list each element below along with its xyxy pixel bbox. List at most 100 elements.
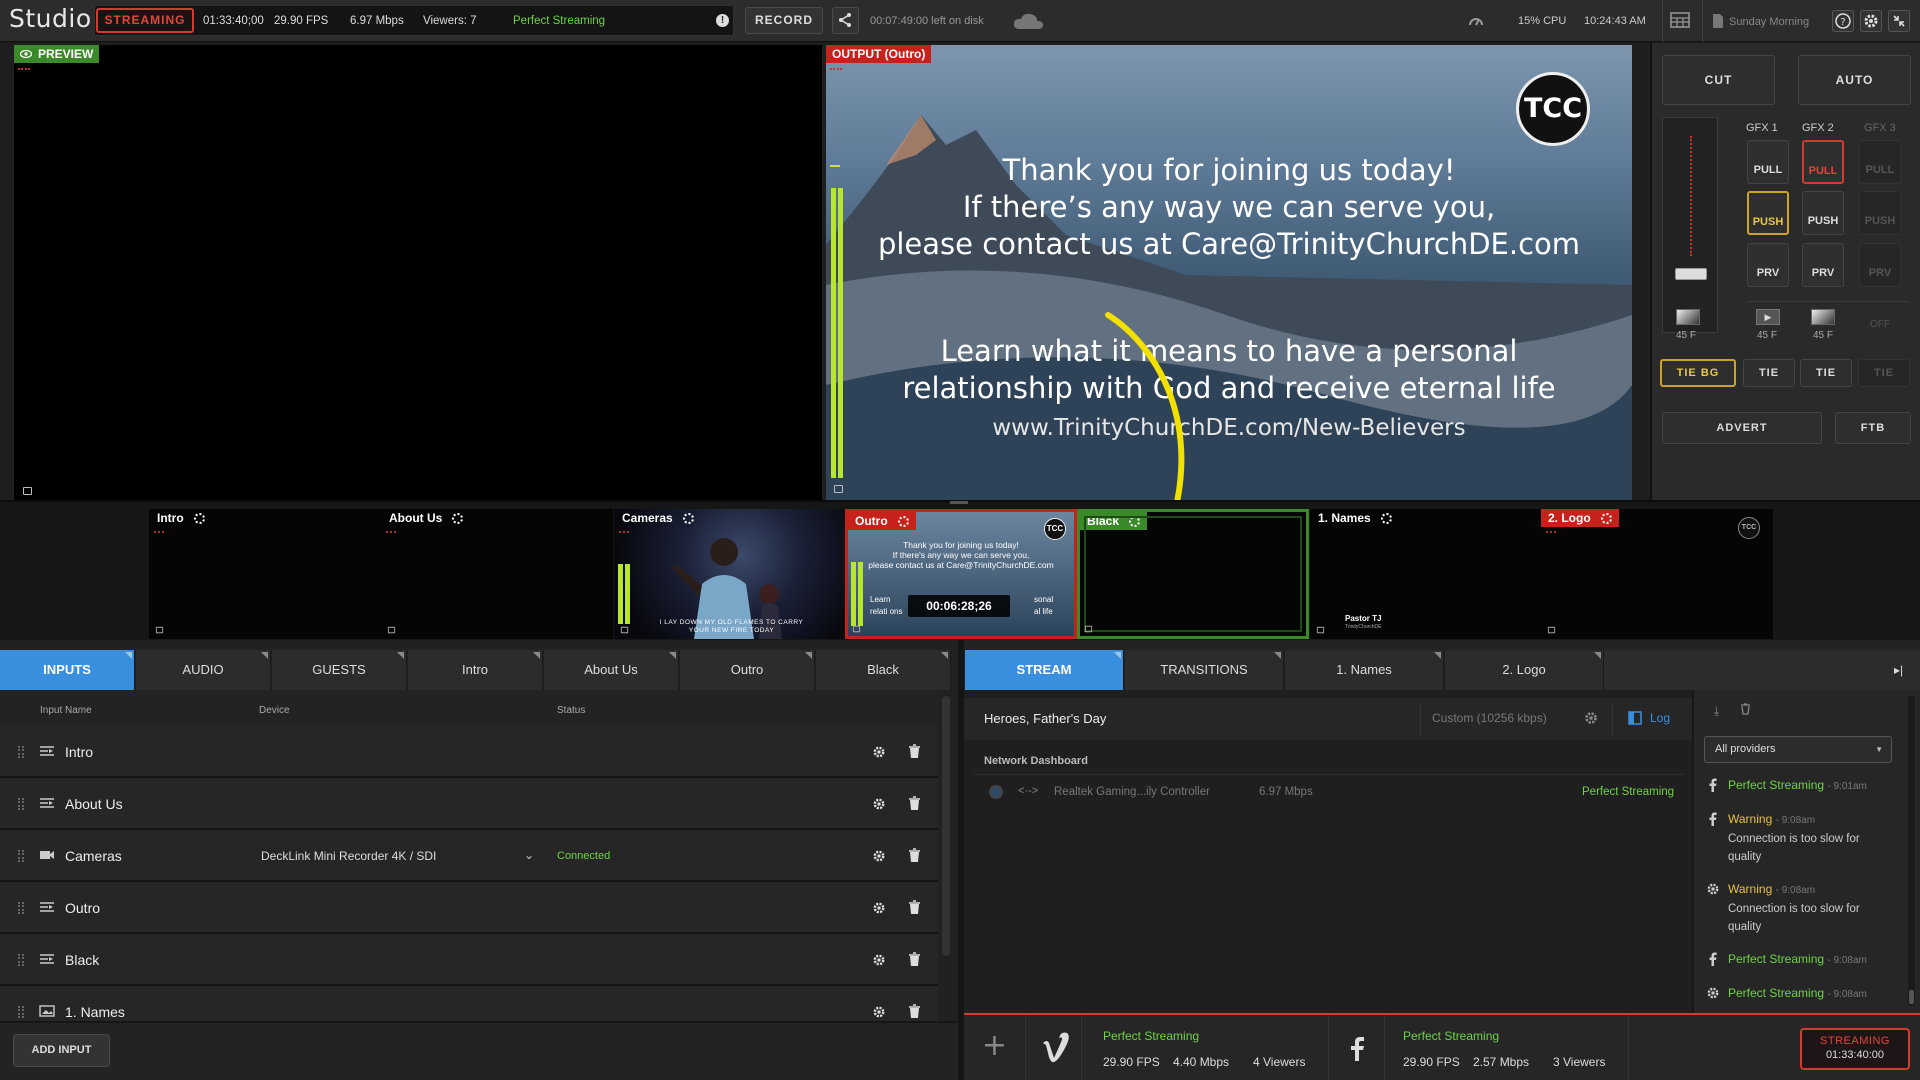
drag-handle[interactable] <box>18 902 24 914</box>
gear-icon[interactable] <box>872 901 886 915</box>
cut-button[interactable]: CUT <box>1662 55 1775 105</box>
drag-handle[interactable] <box>18 954 24 966</box>
tab-1-names[interactable]: 1. Names <box>1285 650 1444 690</box>
trash-icon[interactable] <box>908 952 921 967</box>
tab-outro[interactable]: Outro <box>680 650 815 690</box>
adapter-radio[interactable] <box>989 785 1003 799</box>
drag-handle[interactable] <box>18 746 24 758</box>
gear-icon[interactable] <box>682 512 694 524</box>
gfx2-push-button[interactable]: PUSH <box>1802 191 1844 235</box>
chevron-down-icon[interactable]: ⌄ <box>524 848 534 862</box>
input-row[interactable]: Intro <box>0 726 938 778</box>
collapse-button[interactable] <box>1888 10 1910 32</box>
tab-about-us[interactable]: About Us <box>544 650 679 690</box>
lock-icon[interactable] <box>387 626 396 634</box>
t-bar-handle[interactable] <box>1675 268 1707 280</box>
lock-icon[interactable] <box>1316 626 1325 634</box>
tab-guests[interactable]: GUESTS <box>272 650 407 690</box>
help-button[interactable]: ? <box>1832 10 1854 32</box>
lock-icon[interactable] <box>1084 625 1093 633</box>
gear-icon[interactable] <box>872 797 886 811</box>
inputs-scrollbar[interactable] <box>942 696 950 956</box>
gear-icon[interactable] <box>897 515 909 527</box>
tile-names[interactable]: 1. Names Pastor TJ TrinityChurchDE <box>1310 509 1542 639</box>
tile-about-us[interactable]: About Us <box>381 509 613 639</box>
gfx1-pull-button[interactable]: PULL <box>1747 140 1789 184</box>
record-button[interactable]: RECORD <box>745 7 823 34</box>
t-bar[interactable] <box>1662 117 1718 333</box>
lock-icon[interactable] <box>620 626 629 634</box>
gear-icon[interactable] <box>193 512 205 524</box>
trash-icon[interactable] <box>908 1004 921 1019</box>
tab-inputs[interactable]: INPUTS <box>0 650 135 690</box>
share-button[interactable] <box>832 7 859 34</box>
tile-cameras[interactable]: Cameras I LAY DOWN MY OLD FLAMES TO CARR… <box>614 509 846 639</box>
tab-2-logo[interactable]: 2. Logo <box>1445 650 1604 690</box>
advert-button[interactable]: ADVERT <box>1662 412 1822 444</box>
tie-bg-button[interactable]: TIE BG <box>1660 359 1736 387</box>
lock-icon[interactable] <box>834 485 843 493</box>
tie-gfx1-button[interactable]: TIE <box>1743 359 1795 387</box>
log-toggle[interactable]: Log <box>1628 711 1670 725</box>
tile-logo[interactable]: 2. Logo TCC <box>1541 509 1773 639</box>
input-row[interactable]: Outro <box>0 882 938 934</box>
preview-monitor[interactable]: PREVIEW <box>14 45 822 500</box>
tie-gfx2-button[interactable]: TIE <box>1800 359 1852 387</box>
info-icon[interactable]: ! <box>716 14 729 27</box>
gfx3-pull-button[interactable]: PULL <box>1859 140 1901 184</box>
tie-gfx3-button[interactable]: TIE <box>1858 359 1910 387</box>
auto-button[interactable]: AUTO <box>1798 55 1911 105</box>
streaming-toggle-button[interactable]: STREAMING 01:33:40:00 <box>1800 1028 1910 1070</box>
gear-icon[interactable] <box>872 1005 886 1019</box>
drag-handle[interactable] <box>18 1006 24 1018</box>
trash-icon[interactable] <box>908 900 921 915</box>
input-row[interactable]: Black <box>0 934 938 986</box>
input-row[interactable]: 1. Names <box>0 986 938 1021</box>
gfx3-prv-button[interactable]: PRV <box>1859 243 1901 287</box>
download-icon[interactable]: ⤓ <box>1714 704 1719 719</box>
expand-panel-icon[interactable]: ▸| <box>1894 663 1903 677</box>
gfx2-pull-button[interactable]: PULL <box>1802 140 1844 184</box>
tab-intro[interactable]: Intro <box>408 650 543 690</box>
input-row[interactable]: Cameras DeckLink Mini Recorder 4K / SDI ⌄ C… <box>0 830 938 882</box>
tile-black[interactable]: Black <box>1077 509 1309 639</box>
gfx2-prv-button[interactable]: PRV <box>1802 243 1844 287</box>
event-title[interactable]: Heroes, Father's Day <box>984 711 1106 726</box>
provider-filter-select[interactable]: All providers ▼ <box>1704 736 1892 763</box>
lock-icon[interactable] <box>852 625 861 633</box>
tile-intro[interactable]: Intro <box>149 509 381 639</box>
trash-icon[interactable] <box>908 848 921 863</box>
gfx3-push-button[interactable]: PUSH <box>1859 191 1901 235</box>
lock-icon[interactable] <box>1547 626 1556 634</box>
gear-icon[interactable] <box>872 953 886 967</box>
lock-icon[interactable] <box>23 487 32 495</box>
stream-settings-button[interactable] <box>1582 709 1600 727</box>
add-input-button[interactable]: ADD INPUT <box>13 1034 110 1067</box>
quality-preset[interactable]: Custom (10256 kbps) <box>1432 711 1547 725</box>
gear-icon[interactable] <box>452 512 464 524</box>
trash-icon[interactable] <box>1740 703 1751 715</box>
output-monitor[interactable]: OUTPUT (Outro) TCC Thank you for joining… <box>826 45 1632 500</box>
cloud-icon[interactable] <box>1012 11 1046 31</box>
resize-handle[interactable] <box>950 501 968 504</box>
tab-transitions[interactable]: TRANSITIONS <box>1125 650 1284 690</box>
ftb-button[interactable]: FTB <box>1835 412 1911 444</box>
tab-audio[interactable]: AUDIO <box>136 650 271 690</box>
tab-stream[interactable]: STREAM <box>965 650 1124 690</box>
trash-icon[interactable] <box>908 744 921 759</box>
input-row[interactable]: About Us <box>0 778 938 830</box>
gfx1-push-button[interactable]: PUSH <box>1747 191 1789 235</box>
gear-icon[interactable] <box>872 849 886 863</box>
input-device[interactable]: DeckLink Mini Recorder 4K / SDI <box>261 849 436 863</box>
gear-icon[interactable] <box>1380 512 1392 524</box>
tab-black[interactable]: Black <box>816 650 951 690</box>
drag-handle[interactable] <box>18 850 24 862</box>
gfx1-prv-button[interactable]: PRV <box>1747 243 1789 287</box>
drag-handle[interactable] <box>18 798 24 810</box>
trash-icon[interactable] <box>908 796 921 811</box>
multiview-icon[interactable] <box>1670 12 1690 28</box>
tile-outro[interactable]: Outro TCC Thank you for joining us today… <box>845 509 1077 639</box>
lock-icon[interactable] <box>155 626 164 634</box>
gear-icon[interactable] <box>872 745 886 759</box>
log-scrollbar[interactable] <box>1909 990 1914 1004</box>
